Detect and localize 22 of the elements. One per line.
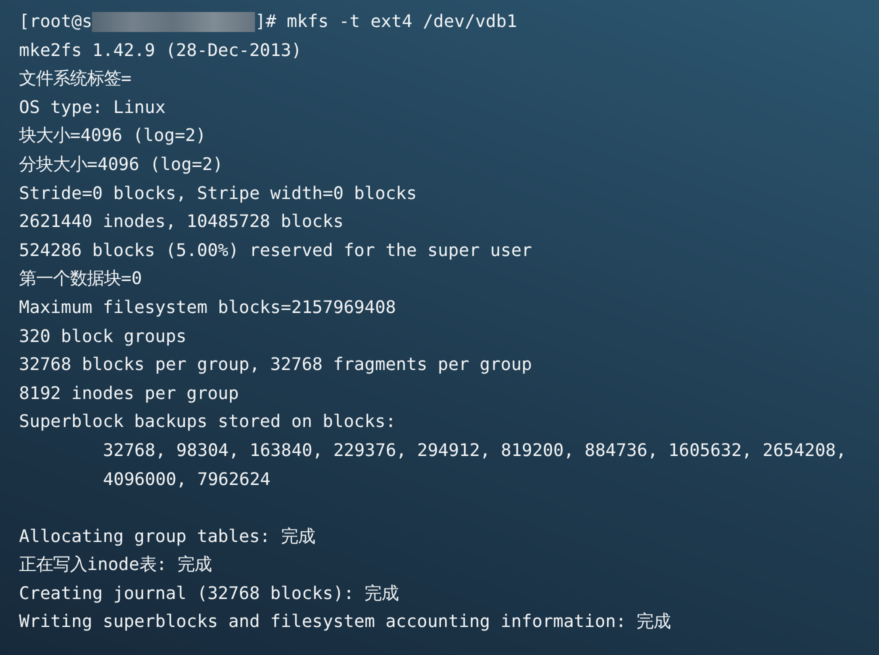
output-line: mke2fs 1.42.9 (28-Dec-2013)	[19, 40, 302, 63]
output-line: Stride=0 blocks, Stripe width=0 blocks	[19, 182, 417, 206]
prompt-text: [root@s	[19, 11, 92, 34]
output-line: 32768 blocks per group, 32768 fragments per group	[19, 354, 532, 378]
output-line: 块大小=4096 (log=2)	[19, 125, 206, 148]
output-line: 32768, 98304, 163840, 229376, 294912, 819200, 884736, 1605632, 2654208,	[103, 440, 846, 463]
output-line: 正在写入inode表: 完成	[19, 554, 212, 578]
output-line: 文件系统标签=	[19, 68, 132, 92]
output-line: Maximum filesystem blocks=2157969408	[19, 296, 396, 320]
output-line: 524286 blocks (5.00%) reserved for the super user	[19, 240, 532, 263]
output-line: Superblock backups stored on blocks:	[19, 411, 396, 434]
output-line: Writing superblocks and filesystem accounting information: 完成	[19, 611, 671, 634]
output-line: 分块大小=4096 (log=2)	[19, 154, 224, 177]
output-line: 4096000, 7962624	[103, 468, 271, 492]
output-line: 第一个数据块=0	[19, 268, 142, 292]
output-line: 8192 inodes per group	[19, 382, 239, 406]
output-line: OS type: Linux	[19, 96, 166, 120]
command-text: ]# mkfs -t ext4 /dev/vdb1	[255, 11, 518, 34]
output-line: 320 block groups	[19, 326, 187, 349]
output-line: Allocating group tables: 完成	[19, 526, 315, 549]
output-line: 2621440 inodes, 10485728 blocks	[19, 211, 344, 234]
output-line: Creating journal (32768 blocks): 完成	[19, 582, 399, 606]
